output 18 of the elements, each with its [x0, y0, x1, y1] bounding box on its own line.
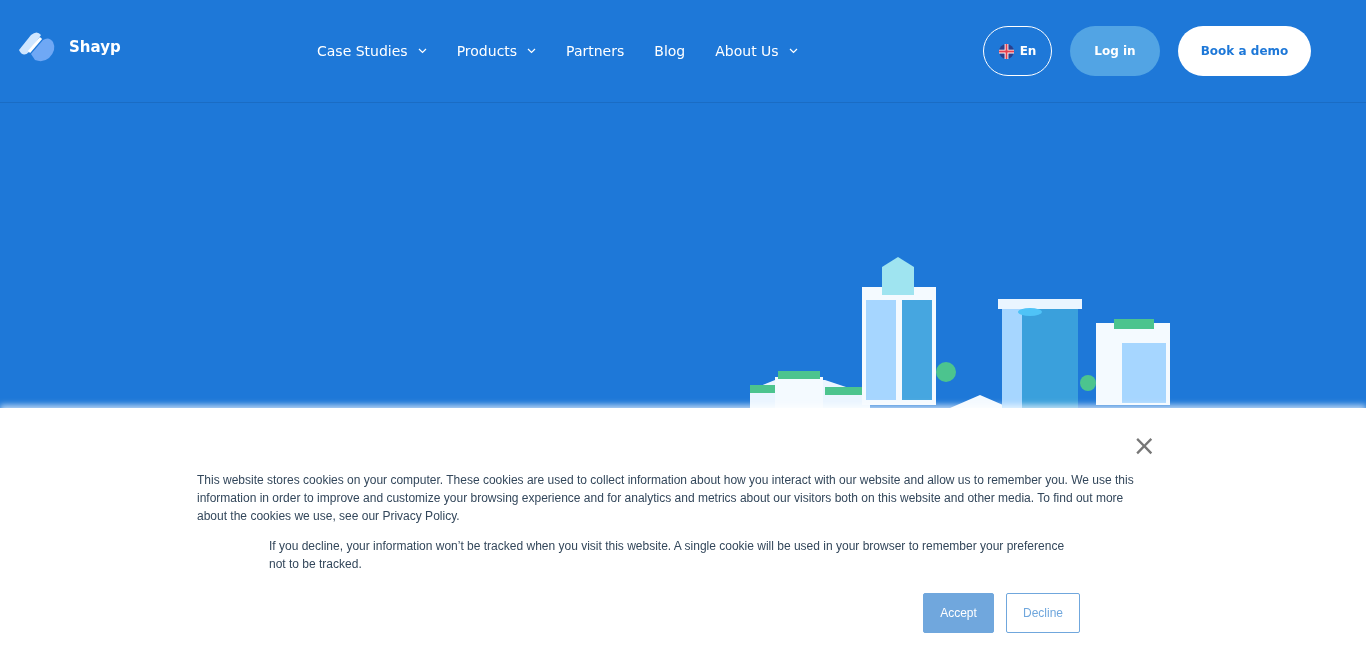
decline-button[interactable]: Decline	[1006, 593, 1080, 633]
language-button[interactable]: En	[983, 26, 1052, 76]
flag-icon	[998, 43, 1014, 59]
nav-link[interactable]: Case Studies	[317, 43, 427, 59]
brand-name[interactable]: Shayp	[69, 38, 121, 56]
nav-link[interactable]: About Us	[715, 43, 798, 59]
nav-link[interactable]: Products	[456, 43, 537, 59]
nav-link[interactable]: Partners	[566, 43, 625, 59]
chevron-down-icon	[788, 48, 798, 54]
decline-note-text: If you decline, your information won’t be tracked when you visit this website. A single cookie will be used in your browser to remember your preference not to be tracked.	[269, 538, 1066, 573]
book-demo-button[interactable]: Book a demo	[1178, 26, 1311, 76]
chevron-down-icon	[417, 48, 427, 54]
chevron-down-icon	[527, 48, 537, 54]
accept-button[interactable]: Accept	[923, 593, 994, 633]
nav-link[interactable]: Blog	[654, 43, 686, 59]
close-button[interactable]: ×	[1132, 432, 1156, 460]
cookie-notice-text: This website stores cookies on your computer. These cookies are used to collect information about how you interact with our website and allow us to remember you. We use this information in order to improve and customize your browsing experience and for analytics and metrics about our visitors both on this website and other media. To find out more about the cookies we use, see our Privacy Policy.	[197, 472, 1135, 525]
login-button[interactable]: Log in	[1070, 26, 1160, 76]
